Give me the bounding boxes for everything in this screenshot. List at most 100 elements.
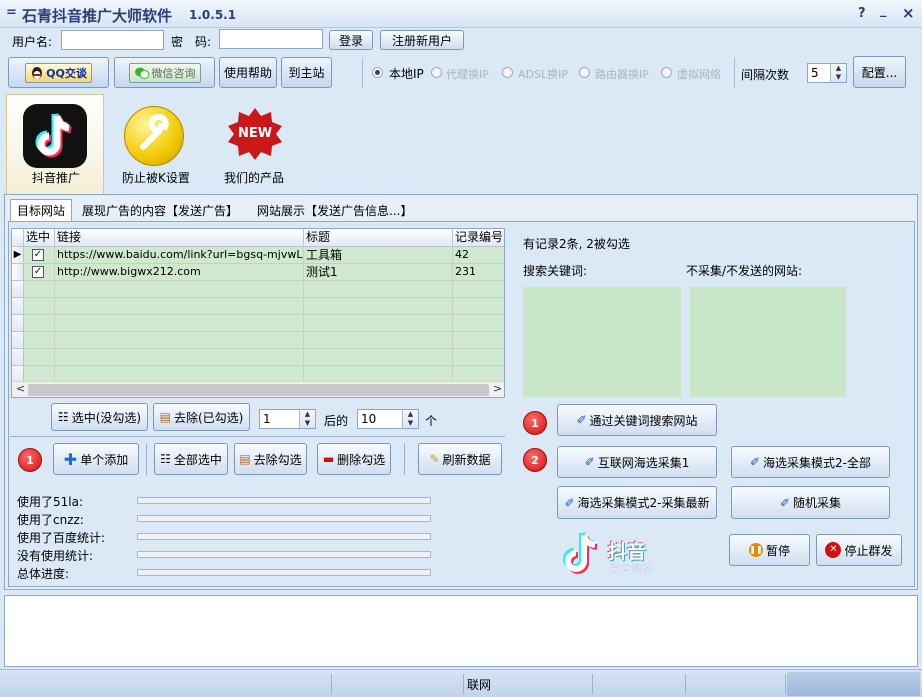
range-from-spinner[interactable]: 1 ▲ ▼	[259, 409, 316, 429]
stat-total-progress	[137, 569, 431, 576]
search-by-keyword-button[interactable]: ✐ 通过关键词搜索网站	[557, 404, 717, 436]
tab-site-display[interactable]: 网站展示【发送广告信息...】	[253, 199, 416, 221]
wechat-icon	[134, 67, 149, 79]
radio-router-ip[interactable]	[579, 67, 590, 78]
nav-anti-k-settings[interactable]: 防止被K设置	[110, 94, 202, 190]
mass-collect-mode2-all-button[interactable]: ✐ 海选采集模式2-全部	[731, 446, 890, 478]
login-button[interactable]: 登录	[329, 30, 373, 50]
grid-cell-link[interactable]: http://www.bigwx212.com	[55, 264, 304, 281]
douyin-logo-text: 抖音	[608, 541, 647, 563]
table-row[interactable]: ✓	[24, 264, 55, 281]
radio-local-ip[interactable]	[372, 67, 383, 78]
interval-spin-arrows-icon[interactable]: ▲ ▼	[830, 64, 846, 82]
tab-ad-content[interactable]: 展现广告的内容【发送广告】	[78, 199, 242, 221]
title-bar: = 石青抖音推广大师软件 1.0.5.1 ? _ ×	[0, 0, 922, 28]
pause-button[interactable]: ❚❚ 暂停	[729, 534, 810, 566]
app-version: 1.0.5.1	[189, 8, 237, 22]
qq-badge: QQ交谈	[25, 62, 92, 83]
after-label: 后的	[324, 414, 349, 428]
scroll-right-icon[interactable]: >	[493, 382, 502, 395]
radio-proxy-ip[interactable]	[431, 67, 442, 78]
mass-collect-1-button[interactable]: ✐ 互联网海选采集1	[557, 446, 717, 478]
radio-adsl-ip[interactable]	[502, 67, 513, 78]
username-input[interactable]	[61, 30, 164, 50]
status-separator	[685, 674, 686, 694]
grid-hscrollbar[interactable]: < >	[12, 381, 504, 397]
range-count-arrows-icon[interactable]: ▲ ▼	[402, 410, 418, 428]
random-collect-button[interactable]: ✐ 随机采集	[731, 486, 890, 519]
radio-virtual-net[interactable]	[661, 67, 672, 78]
status-separator	[592, 674, 593, 694]
add-single-button[interactable]: ✚ 单个添加	[53, 443, 139, 475]
status-network: 联网	[467, 678, 492, 692]
pencil-icon: ✐	[749, 455, 761, 469]
qq-chat-button[interactable]: QQ交谈	[8, 57, 109, 88]
home-site-button[interactable]: 到主站	[281, 57, 332, 88]
refresh-data-label: 刷新数据	[442, 452, 491, 467]
grid-empty-area	[24, 281, 504, 381]
mass-collect-mode2-latest-button[interactable]: ✐ 海选采集模式2-采集最新	[557, 486, 717, 519]
stat-none-label: 没有使用统计:	[17, 549, 94, 563]
grid-header-link[interactable]: 链接	[55, 229, 304, 247]
minimize-icon[interactable]: _	[880, 3, 887, 18]
select-unchecked-button[interactable]: ☷ 选中(没勾选)	[51, 403, 148, 431]
select-unchecked-label: 选中(没勾选)	[71, 410, 142, 425]
stat-51la-label: 使用了51la:	[17, 495, 84, 509]
row-checkbox[interactable]: ✓	[32, 249, 44, 261]
grid-cell-link[interactable]: https://www.baidu.com/link?url=bgsq-mjvw…	[55, 247, 304, 264]
exclude-label: 不采集/不发送的网站:	[686, 264, 803, 278]
remove-checked-button[interactable]: ▤ 去除勾选	[234, 443, 307, 475]
delete-checked-button[interactable]: ▬ 删除勾选	[317, 443, 391, 475]
radio-adsl-ip-label: ADSL换IP	[518, 68, 568, 81]
stop-broadcast-label: 停止群发	[844, 543, 893, 558]
refresh-data-button[interactable]: ✎ 刷新数据	[418, 443, 502, 475]
log-output[interactable]	[4, 595, 918, 667]
row-header-column	[12, 281, 24, 381]
divider	[146, 443, 147, 475]
stat-baidu-label: 使用了百度统计:	[17, 531, 106, 545]
scroll-left-icon[interactable]: <	[16, 382, 25, 395]
row-checkbox[interactable]: ✓	[32, 266, 44, 278]
help-manual-button[interactable]: 使用帮助	[219, 57, 277, 88]
remove-checked-range-button[interactable]: ▤ 去除(已勾选)	[153, 403, 250, 431]
system-menu-icon[interactable]: =	[6, 5, 17, 20]
exclude-sites-textarea[interactable]	[690, 287, 846, 397]
remove-icon: ▤	[159, 410, 171, 424]
password-input[interactable]	[219, 29, 323, 49]
unit-label: 个	[425, 414, 438, 428]
range-from-arrows-icon[interactable]: ▲ ▼	[299, 410, 315, 428]
status-separator	[785, 674, 786, 694]
mass-collect-mode2-latest-label: 海选采集模式2-采集最新	[577, 496, 710, 510]
tab-target-sites[interactable]: 目标网站	[10, 199, 72, 221]
wechat-badge: 微信咨询	[128, 62, 201, 83]
stop-icon: ✕	[825, 542, 842, 558]
range-count-spinner[interactable]: 10 ▲ ▼	[357, 409, 419, 429]
grid-cell-record-id[interactable]: 231	[453, 264, 504, 281]
grid-cell-title[interactable]: 工具箱	[304, 247, 453, 264]
grid-header-record-id[interactable]: 记录编号	[453, 229, 504, 247]
register-button[interactable]: 注册新用户	[380, 30, 464, 50]
pause-label: 暂停	[765, 543, 790, 558]
help-icon[interactable]: ?	[858, 6, 866, 21]
interval-spinner[interactable]: 5 ▲ ▼	[807, 63, 847, 83]
nav-tiktok-promo[interactable]: 抖音推广	[6, 94, 104, 195]
nav-our-products[interactable]: NEW 我们的产品	[210, 94, 302, 190]
status-progress-section	[787, 672, 920, 696]
grid-cell-title[interactable]: 测试1	[304, 264, 453, 281]
grid-header-title[interactable]: 标题	[304, 229, 453, 247]
step-badge-1: 1	[18, 448, 42, 472]
table-row[interactable]: ✓	[24, 247, 55, 264]
keyword-textarea[interactable]	[523, 287, 681, 397]
close-icon[interactable]: ×	[902, 4, 915, 22]
grid-cell-record-id[interactable]: 42	[453, 247, 504, 264]
wechat-consult-button[interactable]: 微信咨询	[114, 57, 215, 88]
stat-cnzz-label: 使用了cnzz:	[17, 513, 84, 527]
scroll-thumb[interactable]	[28, 384, 489, 396]
config-button[interactable]: 配置...	[853, 56, 906, 88]
stop-broadcast-button[interactable]: ✕ 停止群发	[816, 534, 902, 566]
select-all-button[interactable]: ☷ 全部选中	[154, 443, 228, 475]
grid-header-checked[interactable]: 选中	[24, 229, 55, 247]
target-sites-grid[interactable]: 选中 链接 标题 记录编号 ▶ ✓ https://www.baidu.com/…	[11, 228, 505, 398]
status-bar: 联网	[0, 669, 922, 697]
select-all-icon: ☷	[160, 452, 171, 466]
